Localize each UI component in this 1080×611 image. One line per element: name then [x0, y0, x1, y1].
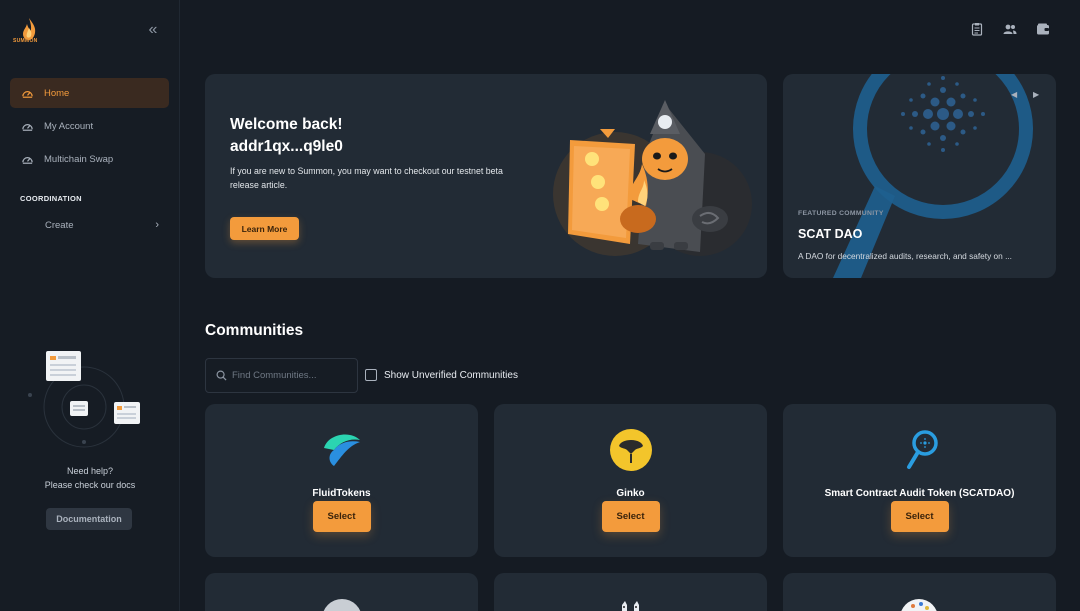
ginko-leaf-logo-icon [609, 429, 652, 471]
welcome-title: Welcome back! [230, 116, 343, 133]
select-button[interactable]: Select [312, 501, 371, 532]
community-card-partial[interactable] [494, 573, 767, 611]
communities-title: Communities [205, 322, 304, 339]
featured-community-card[interactable]: ◀ ▶ FEATURED COMMUNITY SCAT DAO A DAO fo… [783, 74, 1056, 278]
featured-name: SCAT DAO [798, 227, 863, 241]
help-subtitle: Please check our docs [44, 480, 136, 490]
carousel-next-icon[interactable]: ▶ [1033, 90, 1039, 99]
wallet-address: addr1qx...q9le0 [230, 138, 343, 155]
featured-description: A DAO for decentralized audits, research… [798, 251, 1012, 261]
gauge-icon [22, 156, 33, 164]
wizard-mascot-illustration [553, 100, 752, 256]
gauge-icon [22, 90, 33, 98]
help-illustration [28, 351, 140, 448]
select-button[interactable]: Select [890, 501, 949, 532]
wallet-icon[interactable] [1036, 22, 1050, 36]
search-input[interactable] [232, 370, 352, 381]
community-card-fluidtokens[interactable]: FluidTokens Select [205, 404, 478, 557]
chevron-right-icon: › [155, 219, 159, 231]
section-label-coordination: COORDINATION [20, 194, 82, 203]
community-logo-icon [323, 599, 361, 611]
featured-label: FEATURED COMMUNITY [798, 210, 884, 217]
checkbox-label: Show Unverified Communities [384, 369, 518, 381]
show-unverified-toggle[interactable]: Show Unverified Communities [365, 369, 518, 381]
learn-more-button[interactable]: Learn More [230, 217, 299, 240]
search-box [205, 358, 358, 393]
scat-dao-magnifier-art [833, 74, 1033, 278]
community-logo-icon [901, 599, 937, 611]
search-icon [216, 370, 227, 381]
sidebar-item-label: Create [45, 219, 74, 231]
magnifier-logo-icon [906, 430, 938, 469]
community-name: FluidTokens [312, 488, 371, 499]
welcome-message: If you are new to Summon, you may want t… [230, 166, 503, 190]
community-card-ginko[interactable]: Ginko Select [494, 404, 767, 557]
sidebar: SUMMON « Home My Account Multichain Swap… [0, 0, 180, 611]
collapse-sidebar-icon[interactable]: « [145, 22, 161, 38]
sidebar-item-label: Multichain Swap [44, 153, 114, 165]
brand-name: SUMMON [13, 38, 38, 44]
sidebar-item-home[interactable]: Home [10, 78, 169, 108]
documentation-button[interactable]: Documentation [46, 508, 132, 530]
community-logo-icon [622, 601, 639, 611]
select-button[interactable]: Select [601, 501, 660, 532]
community-name: Smart Contract Audit Token (SCATDAO) [824, 488, 1015, 499]
community-card-scatdao[interactable]: Smart Contract Audit Token (SCATDAO) Sel… [783, 404, 1056, 557]
gauge-icon [22, 123, 33, 131]
help-title: Need help? [66, 466, 114, 476]
community-card-partial[interactable] [783, 573, 1056, 611]
sidebar-item-multichain-swap[interactable]: Multichain Swap [10, 144, 169, 174]
sidebar-item-create[interactable]: Create › [10, 214, 169, 236]
community-card-partial[interactable] [205, 573, 478, 611]
welcome-card: Welcome back! addr1qx...q9le0 If you are… [205, 74, 767, 278]
fluidtokens-logo-icon [323, 434, 360, 466]
unverified-checkbox[interactable] [365, 369, 377, 381]
carousel-prev-icon[interactable]: ◀ [1011, 90, 1017, 99]
sidebar-item-label: My Account [44, 120, 94, 132]
sidebar-item-my-account[interactable]: My Account [10, 111, 169, 141]
users-icon[interactable] [1003, 22, 1017, 36]
clipboard-icon[interactable] [970, 22, 984, 36]
community-name: Ginko [616, 488, 645, 499]
sidebar-item-label: Home [44, 87, 70, 99]
